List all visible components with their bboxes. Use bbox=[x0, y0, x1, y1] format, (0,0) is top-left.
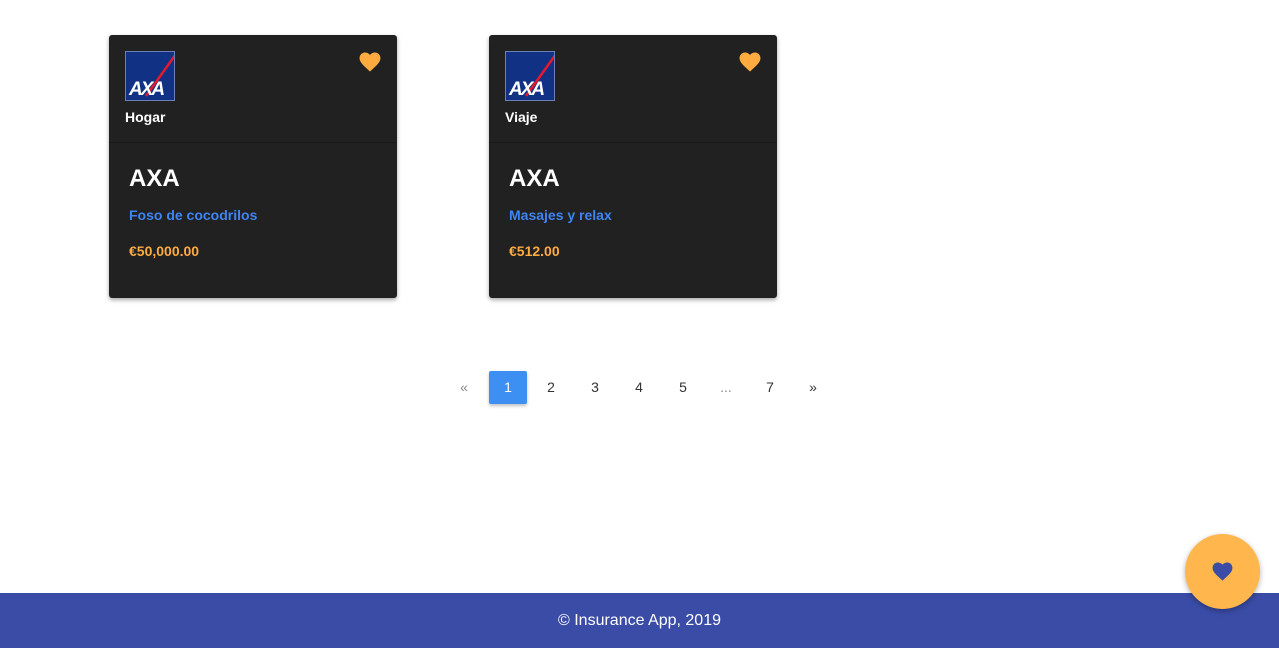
favorites-fab-button[interactable] bbox=[1185, 534, 1260, 609]
insurance-card: AXA Hogar AXA Foso de cocodrilos €50,000… bbox=[109, 35, 397, 298]
footer-copyright: © Insurance App, 2019 bbox=[557, 612, 721, 629]
pagination-page-3[interactable]: 3 bbox=[576, 371, 614, 404]
pagination-page-2[interactable]: 2 bbox=[532, 371, 570, 404]
card-body: AXA Masajes y relax €512.00 bbox=[489, 143, 777, 259]
card-category: Hogar bbox=[125, 109, 166, 125]
pagination-page-5[interactable]: 5 bbox=[664, 371, 702, 404]
svg-text:AXA: AXA bbox=[508, 79, 544, 100]
card-header: AXA Hogar bbox=[109, 35, 397, 143]
pagination-ellipsis: ... bbox=[720, 379, 732, 395]
card-header: AXA Viaje bbox=[489, 35, 777, 143]
pagination-page-1[interactable]: 1 bbox=[489, 371, 527, 404]
svg-text:AXA: AXA bbox=[128, 79, 164, 100]
company-logo: AXA bbox=[505, 51, 555, 101]
pagination-next[interactable]: » bbox=[794, 371, 832, 404]
company-name: AXA bbox=[509, 165, 560, 192]
company-logo: AXA bbox=[125, 51, 175, 101]
pagination-page-4[interactable]: 4 bbox=[620, 371, 658, 404]
product-link[interactable]: Foso de cocodrilos bbox=[129, 207, 377, 223]
heart-icon[interactable] bbox=[739, 52, 761, 72]
pagination-page-7[interactable]: 7 bbox=[751, 371, 789, 404]
card-body: AXA Foso de cocodrilos €50,000.00 bbox=[109, 143, 397, 259]
insurance-card: AXA Viaje AXA Masajes y relax €512.00 bbox=[489, 35, 777, 298]
product-link[interactable]: Masajes y relax bbox=[509, 207, 757, 223]
pagination-prev[interactable]: « bbox=[445, 371, 483, 404]
company-name: AXA bbox=[129, 165, 180, 192]
product-price: €50,000.00 bbox=[129, 243, 200, 259]
heart-icon[interactable] bbox=[359, 52, 381, 72]
heart-icon bbox=[1212, 562, 1233, 581]
footer: © Insurance App, 2019 bbox=[0, 593, 1279, 648]
card-category: Viaje bbox=[505, 109, 538, 125]
product-price: €512.00 bbox=[509, 243, 560, 259]
